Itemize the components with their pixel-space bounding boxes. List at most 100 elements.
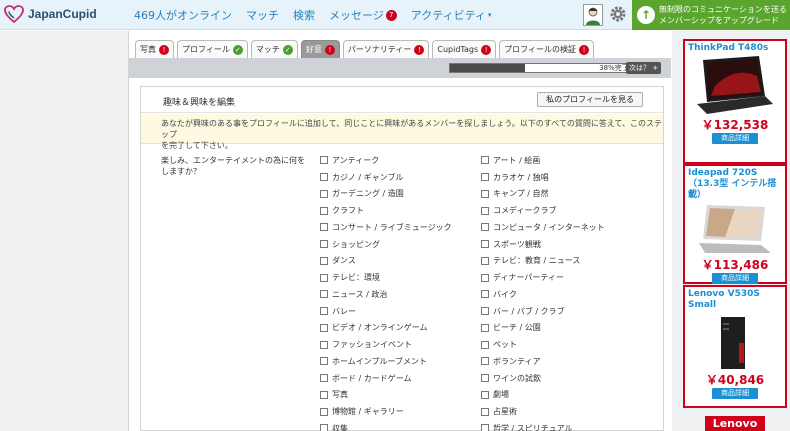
interest-checkbox[interactable] [320, 256, 328, 265]
interest-checkbox[interactable] [320, 407, 328, 416]
interest-option[interactable]: ダンス [320, 253, 452, 270]
interest-checkbox[interactable] [481, 256, 489, 265]
interest-option[interactable]: ディナーパーティー [481, 269, 605, 286]
tab-photos[interactable]: 写真! [135, 40, 174, 58]
interest-option[interactable]: ペット [481, 336, 605, 353]
interest-checkbox[interactable] [481, 156, 489, 165]
interest-option[interactable]: ガーデニング / 造園 [320, 186, 452, 203]
interest-option[interactable]: ホームインプルーブメント [320, 353, 452, 370]
interest-label: ビーチ / 公園 [493, 323, 541, 333]
interest-checkbox[interactable] [320, 307, 328, 316]
user-avatar[interactable] [583, 4, 603, 26]
interest-checkbox[interactable] [481, 374, 489, 383]
interest-checkbox[interactable] [481, 206, 489, 215]
interest-option[interactable]: ボランティア [481, 353, 605, 370]
interest-checkbox[interactable] [481, 357, 489, 366]
interest-option[interactable]: クラフト [320, 202, 452, 219]
interest-checkbox[interactable] [481, 390, 489, 399]
interest-option[interactable]: アート / 絵画 [481, 152, 605, 169]
interest-checkbox[interactable] [481, 407, 489, 416]
interest-option[interactable]: バイク [481, 286, 605, 303]
logo[interactable]: JapanCupid [4, 5, 97, 23]
upgrade-membership-button[interactable]: ↑ 無制限のコミュニケーションを送る メンバーシップをアップグレード [632, 0, 790, 30]
progress-fill [450, 64, 526, 72]
nav-matches[interactable]: マッチ [246, 7, 279, 23]
nav-search[interactable]: 検索 [293, 7, 315, 23]
tab-personality[interactable]: パーソナリティー! [342, 40, 430, 58]
interest-checkbox[interactable] [320, 323, 328, 332]
interest-option[interactable]: 収集 [320, 420, 452, 431]
interest-checkbox[interactable] [320, 390, 328, 399]
interest-option[interactable]: ビデオ / オンラインゲーム [320, 320, 452, 337]
interest-option[interactable]: ニュース / 政治 [320, 286, 452, 303]
interest-checkbox[interactable] [320, 223, 328, 232]
interest-option[interactable]: スポーツ観戦 [481, 236, 605, 253]
interest-option[interactable]: ボード / カードゲーム [320, 370, 452, 387]
interest-checkbox[interactable] [481, 173, 489, 182]
ad-thinkpad[interactable]: ThinkPad T480s ￥132,538 商品詳細 [683, 39, 787, 164]
interest-option[interactable]: ファッションイベント [320, 336, 452, 353]
gear-icon[interactable] [609, 5, 627, 23]
interest-checkbox[interactable] [481, 290, 489, 299]
interest-checkbox[interactable] [320, 340, 328, 349]
interest-checkbox[interactable] [320, 374, 328, 383]
view-my-profile-button[interactable]: 私のプロフィールを見る [537, 92, 643, 107]
interest-checkbox[interactable] [320, 357, 328, 366]
interest-option[interactable]: 占星術 [481, 403, 605, 420]
ad-price: ￥40,846 [705, 373, 765, 387]
ad-lenovo-v530s[interactable]: Lenovo V530S Small ￥40,846 商品詳細 [683, 285, 787, 408]
interest-option[interactable]: コメディークラブ [481, 202, 605, 219]
interest-checkbox[interactable] [320, 189, 328, 198]
interest-option[interactable]: 博物館 / ギャラリー [320, 403, 452, 420]
ad-detail-button[interactable]: 商品詳細 [712, 273, 758, 284]
interest-checkbox[interactable] [481, 240, 489, 249]
nav-messages[interactable]: メッセージ 7 [329, 7, 397, 23]
interest-checkbox[interactable] [320, 156, 328, 165]
interest-checkbox[interactable] [481, 323, 489, 332]
tab-match[interactable]: マッチ ✓ [250, 40, 298, 58]
interest-option[interactable]: コンピュータ / インターネット [481, 219, 605, 236]
interest-option[interactable]: 写真 [320, 387, 452, 404]
ad-ideapad[interactable]: Ideapad 720S（13.3型 インテル搭載） ￥113,486 商品詳細 [683, 164, 787, 284]
progress-strip: 38%完了 [129, 58, 671, 78]
interest-checkbox[interactable] [481, 223, 489, 232]
interest-option[interactable]: 哲学 / スピリチュアル [481, 420, 605, 431]
interest-option[interactable]: バー / パブ / クラブ [481, 303, 605, 320]
tab-interests[interactable]: 好意! [300, 40, 340, 58]
interest-checkbox[interactable] [320, 206, 328, 215]
interest-label: ホームインプルーブメント [332, 356, 428, 366]
interest-option[interactable]: アンティーク [320, 152, 452, 169]
interest-checkbox[interactable] [320, 290, 328, 299]
interest-checkbox[interactable] [481, 424, 489, 431]
interest-option[interactable]: テレビ：環境 [320, 269, 452, 286]
interest-option[interactable]: ビーチ / 公園 [481, 320, 605, 337]
interest-checkbox[interactable] [320, 173, 328, 182]
tab-profile[interactable]: プロフィール ✓ [177, 40, 248, 58]
interest-option[interactable]: バレー [320, 303, 452, 320]
interest-checkbox[interactable] [320, 240, 328, 249]
interest-option[interactable]: テレビ：教育 / ニュース [481, 253, 605, 270]
interest-option[interactable]: ショッピング [320, 236, 452, 253]
interest-option[interactable]: カラオケ / 独唱 [481, 169, 605, 186]
ad-detail-button[interactable]: 商品詳細 [712, 388, 758, 399]
interest-checkbox[interactable] [481, 189, 489, 198]
interest-checkbox[interactable] [481, 307, 489, 316]
interest-option[interactable]: コンサート / ライブミュージック [320, 219, 452, 236]
nav-online[interactable]: 469人がオンライン [134, 7, 232, 23]
ad-lenovo-banner[interactable]: Lenovo [705, 416, 765, 431]
interest-option[interactable]: ワインの試飲 [481, 370, 605, 387]
ad-detail-button[interactable]: 商品詳細 [712, 133, 758, 144]
interest-checkbox[interactable] [481, 340, 489, 349]
interest-checkbox[interactable] [481, 273, 489, 282]
tab-cupidtags[interactable]: CupidTags! [432, 40, 497, 58]
interest-option[interactable]: キャンプ / 自然 [481, 186, 605, 203]
interest-option[interactable]: 劇場 [481, 387, 605, 404]
interest-option[interactable]: カジノ / ギャンブル [320, 169, 452, 186]
interest-checkbox[interactable] [320, 273, 328, 282]
alert-icon: ! [481, 44, 492, 55]
interest-checkbox[interactable] [320, 424, 328, 431]
nav-activity[interactable]: アクティビティ ▾ [411, 7, 492, 23]
options-column-2: アート / 絵画 カラオケ / 独唱 キャンプ / 自然 コメディークラブ コンピュータ… [481, 152, 605, 431]
tab-verification[interactable]: プロフィールの検証! [499, 40, 594, 58]
whats-next-button[interactable]: 次は？ + [626, 62, 662, 74]
